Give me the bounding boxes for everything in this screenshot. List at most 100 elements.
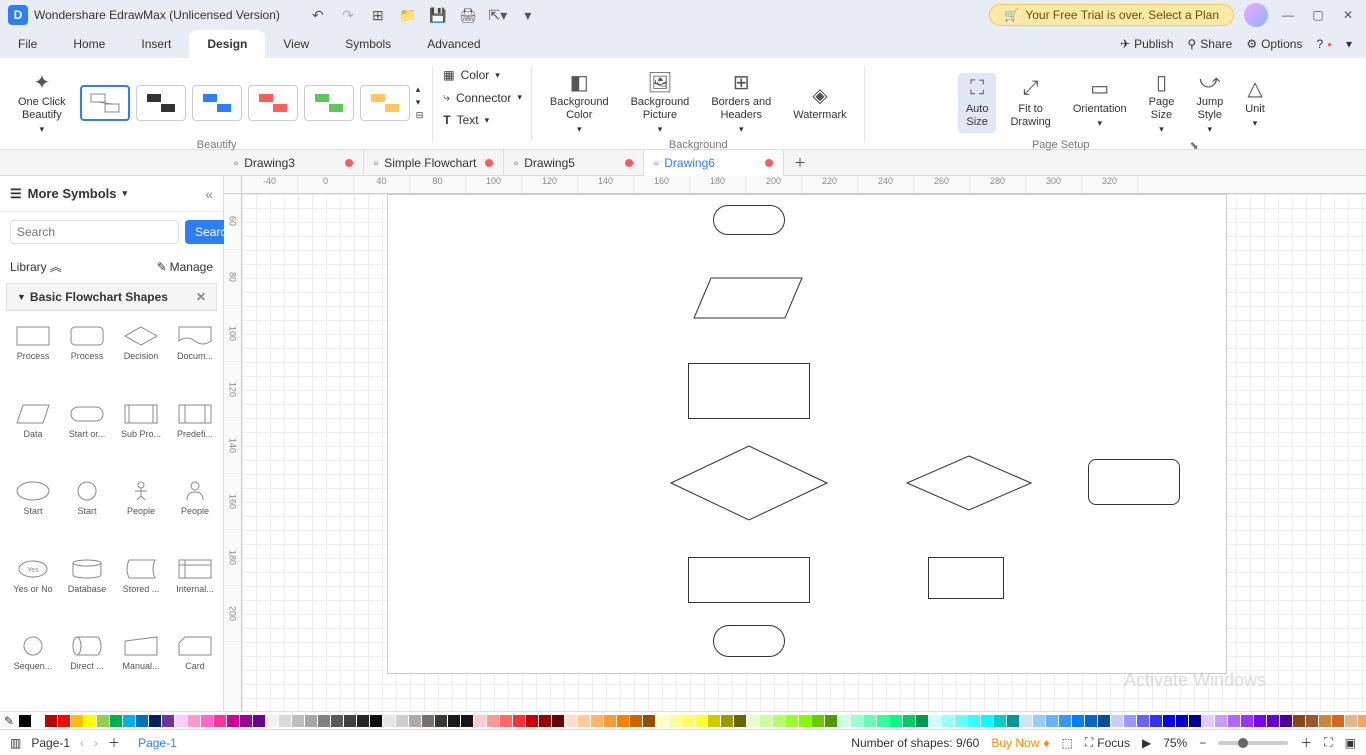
canvas-shape-rounded-rect[interactable] bbox=[1088, 459, 1180, 505]
fit-page-button[interactable]: ⛶ bbox=[1324, 735, 1332, 750]
layers-button[interactable]: ⬚ bbox=[1062, 736, 1073, 750]
style-preset-3[interactable] bbox=[192, 85, 242, 121]
shape-yesno[interactable]: YesYes or No bbox=[8, 554, 58, 626]
canvas-shape-parallelogram[interactable] bbox=[693, 277, 803, 319]
connector-dropdown[interactable]: ⤷Connector▾ bbox=[443, 88, 522, 107]
color-swatch[interactable] bbox=[227, 715, 239, 727]
color-swatch[interactable] bbox=[1072, 715, 1084, 727]
color-swatch[interactable] bbox=[773, 715, 785, 727]
trial-banner[interactable]: 🛒 Your Free Trial is over. Select a Plan bbox=[989, 4, 1234, 26]
background-color-button[interactable]: ◧Background Color▾ bbox=[542, 66, 617, 139]
color-swatch[interactable] bbox=[591, 715, 603, 727]
collapse-ribbon-button[interactable]: ▾ bbox=[1346, 37, 1352, 51]
style-next-button[interactable]: ▾ bbox=[416, 97, 424, 108]
shape-database[interactable]: Database bbox=[62, 554, 112, 626]
color-swatch[interactable] bbox=[734, 715, 746, 727]
style-more-button[interactable]: ⊟ bbox=[416, 110, 424, 121]
color-swatch[interactable] bbox=[1267, 715, 1279, 727]
canvas-shape-terminator-1[interactable] bbox=[713, 205, 785, 235]
canvas-shape-decision-1[interactable] bbox=[670, 445, 828, 521]
pages-panel-button[interactable]: ▥ bbox=[10, 736, 21, 750]
color-swatch[interactable] bbox=[864, 715, 876, 727]
color-swatch[interactable] bbox=[188, 715, 200, 727]
color-swatch[interactable] bbox=[630, 715, 642, 727]
color-swatch[interactable] bbox=[942, 715, 954, 727]
color-swatch[interactable] bbox=[45, 715, 57, 727]
color-swatch[interactable] bbox=[1085, 715, 1097, 727]
color-swatch[interactable] bbox=[240, 715, 252, 727]
menu-insert[interactable]: Insert bbox=[123, 30, 189, 58]
color-swatch[interactable] bbox=[656, 715, 668, 727]
color-swatch[interactable] bbox=[1202, 715, 1214, 727]
color-swatch[interactable] bbox=[526, 715, 538, 727]
text-dropdown[interactable]: TText▾ bbox=[443, 111, 489, 129]
pagesetup-dialog-button[interactable]: ⬊ bbox=[1189, 139, 1198, 152]
style-preset-6[interactable] bbox=[360, 85, 410, 121]
open-icon[interactable]: 📁 bbox=[400, 7, 416, 23]
color-swatch[interactable] bbox=[903, 715, 915, 727]
color-swatch[interactable] bbox=[461, 715, 473, 727]
color-swatch[interactable] bbox=[58, 715, 70, 727]
shape-people-1[interactable]: People bbox=[116, 476, 166, 548]
zoom-slider[interactable] bbox=[1218, 741, 1288, 745]
color-swatch[interactable] bbox=[1059, 715, 1071, 727]
color-swatch[interactable] bbox=[32, 715, 44, 727]
color-swatch[interactable] bbox=[1163, 715, 1175, 727]
style-preset-1[interactable] bbox=[80, 85, 130, 121]
color-swatch[interactable] bbox=[1241, 715, 1253, 727]
background-picture-button[interactable]: 🖼Background Picture▾ bbox=[623, 66, 698, 139]
unit-button[interactable]: △Unit▾ bbox=[1237, 73, 1273, 133]
help-button[interactable]: ?● bbox=[1316, 37, 1332, 51]
color-swatch[interactable] bbox=[708, 715, 720, 727]
color-swatch[interactable] bbox=[1293, 715, 1305, 727]
shape-manual[interactable]: Manual... bbox=[116, 631, 166, 703]
color-swatch[interactable] bbox=[123, 715, 135, 727]
share-button[interactable]: ⚲Share bbox=[1187, 37, 1232, 51]
color-swatch[interactable] bbox=[747, 715, 759, 727]
save-icon[interactable]: 💾 bbox=[430, 7, 446, 23]
shape-stored[interactable]: Stored ... bbox=[116, 554, 166, 626]
color-swatch[interactable] bbox=[617, 715, 629, 727]
undo-icon[interactable]: ↶ bbox=[310, 7, 326, 23]
color-swatch[interactable] bbox=[682, 715, 694, 727]
color-swatch[interactable] bbox=[1254, 715, 1266, 727]
color-swatch[interactable] bbox=[422, 715, 434, 727]
color-swatch[interactable] bbox=[175, 715, 187, 727]
canvas-shape-process-3[interactable] bbox=[928, 557, 1004, 599]
sidebar-title[interactable]: ☰More Symbols▾ bbox=[10, 186, 205, 202]
color-swatch[interactable] bbox=[344, 715, 356, 727]
color-swatch[interactable] bbox=[539, 715, 551, 727]
doc-tab-drawing5[interactable]: ▫Drawing5 bbox=[504, 150, 644, 176]
orientation-button[interactable]: ▭Orientation▾ bbox=[1065, 73, 1135, 133]
zoom-out-button[interactable]: − bbox=[1199, 736, 1206, 750]
color-swatch[interactable] bbox=[1306, 715, 1318, 727]
sidebar-collapse-button[interactable]: « bbox=[205, 186, 213, 202]
export-icon[interactable]: ⇱▾ bbox=[490, 7, 506, 23]
shape-data[interactable]: Data bbox=[8, 399, 58, 471]
fit-to-drawing-button[interactable]: ⤢Fit to Drawing bbox=[1002, 73, 1058, 133]
publish-button[interactable]: ✈Publish bbox=[1120, 37, 1173, 51]
color-swatch[interactable] bbox=[1332, 715, 1344, 727]
color-swatch[interactable] bbox=[1176, 715, 1188, 727]
style-preset-4[interactable] bbox=[248, 85, 298, 121]
color-swatch[interactable] bbox=[669, 715, 681, 727]
shape-process-rounded[interactable]: Process bbox=[62, 321, 112, 393]
shapes-section-header[interactable]: ▼ Basic Flowchart Shapes ✕ bbox=[6, 283, 217, 311]
color-swatch[interactable] bbox=[305, 715, 317, 727]
page-tab-1[interactable]: Page-1 bbox=[130, 734, 185, 752]
color-swatch[interactable] bbox=[487, 715, 499, 727]
color-swatch[interactable] bbox=[435, 715, 447, 727]
canvas-shape-process-2[interactable] bbox=[688, 557, 810, 603]
color-swatch[interactable] bbox=[84, 715, 96, 727]
canvas[interactable]: Activate Windows bbox=[242, 194, 1366, 711]
shape-sequential[interactable]: Sequen... bbox=[8, 631, 58, 703]
shape-internal[interactable]: Internal... bbox=[170, 554, 220, 626]
shape-direct[interactable]: Direct ... bbox=[62, 631, 112, 703]
color-swatch[interactable] bbox=[1319, 715, 1331, 727]
color-swatch[interactable] bbox=[1345, 715, 1357, 727]
shape-subprocess[interactable]: Sub Pro... bbox=[116, 399, 166, 471]
color-swatch[interactable] bbox=[513, 715, 525, 727]
print-icon[interactable]: 🖨 bbox=[460, 7, 476, 23]
color-swatch[interactable] bbox=[370, 715, 382, 727]
style-preset-2[interactable] bbox=[136, 85, 186, 121]
